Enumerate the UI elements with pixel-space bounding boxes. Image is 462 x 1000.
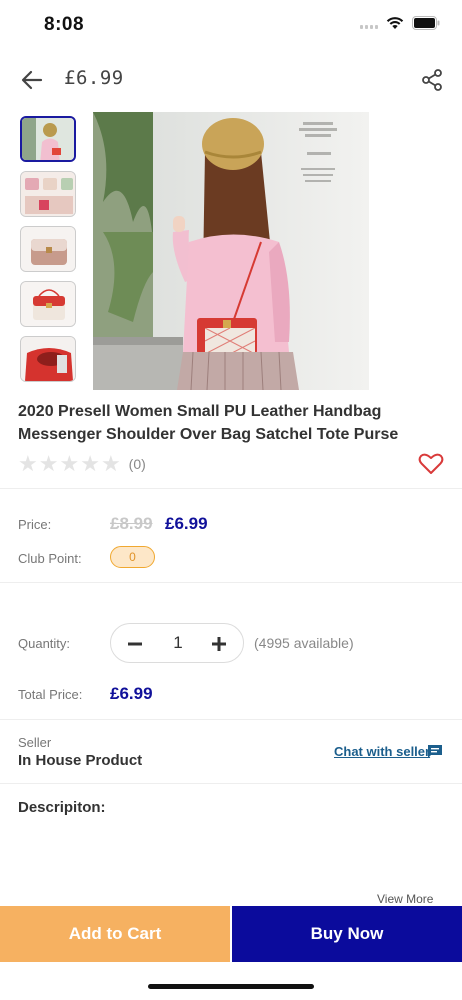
price-label: Price: bbox=[18, 517, 52, 532]
thumbnail-2[interactable] bbox=[20, 171, 76, 217]
divider bbox=[0, 783, 462, 784]
product-photo bbox=[93, 112, 369, 390]
heart-icon bbox=[418, 453, 444, 474]
status-time: 8:08 bbox=[44, 14, 85, 35]
quantity-label: Quantity: bbox=[18, 636, 71, 651]
divider bbox=[0, 488, 462, 489]
star-icon: ★ bbox=[80, 451, 100, 476]
club-point-badge: 0 bbox=[110, 546, 155, 568]
decrease-quantity-button[interactable] bbox=[123, 632, 147, 656]
divider bbox=[0, 719, 462, 720]
thumbnail-5[interactable] bbox=[20, 336, 76, 382]
club-point-label: Club Point: bbox=[18, 551, 82, 566]
increase-quantity-button[interactable] bbox=[207, 632, 231, 656]
thumbnail-image bbox=[21, 282, 75, 326]
buy-now-button[interactable]: Buy Now bbox=[232, 906, 462, 962]
thumbnail-4[interactable] bbox=[20, 281, 76, 327]
new-price: £6.99 bbox=[165, 514, 208, 533]
total-price-label: Total Price: bbox=[18, 687, 83, 702]
add-to-cart-button[interactable]: Add to Cart bbox=[0, 906, 230, 962]
thumbnail-3[interactable] bbox=[20, 226, 76, 272]
wishlist-button[interactable] bbox=[418, 452, 444, 476]
thumbnail-image bbox=[21, 337, 75, 381]
thumbnail-list bbox=[20, 116, 76, 391]
signal-icon bbox=[360, 17, 378, 29]
status-icons bbox=[360, 16, 440, 30]
quantity-stepper: 1 bbox=[110, 623, 244, 663]
rating-row: ★ ★ ★ ★ ★ (0) bbox=[18, 452, 146, 476]
description-title: Descripiton: bbox=[18, 799, 106, 816]
seller-label: Seller bbox=[18, 735, 52, 750]
thumbnail-image bbox=[21, 172, 75, 216]
plus-icon bbox=[212, 637, 226, 651]
thumbnail-1[interactable] bbox=[20, 116, 76, 162]
star-icon: ★ bbox=[18, 451, 38, 476]
star-icon: ★ bbox=[100, 451, 121, 476]
back-button[interactable] bbox=[18, 66, 46, 94]
rating-stars: ★ ★ ★ ★ ★ bbox=[18, 452, 121, 476]
seller-name: In House Product bbox=[18, 752, 143, 769]
available-stock: (4995 available) bbox=[254, 635, 354, 651]
review-count: (0) bbox=[128, 456, 146, 472]
thumbnail-image bbox=[21, 227, 75, 271]
share-icon bbox=[422, 69, 442, 91]
home-indicator[interactable] bbox=[148, 984, 314, 989]
chat-with-seller-link[interactable]: Chat with seller bbox=[334, 744, 430, 759]
bottom-action-bar: Add to Cart Buy Now bbox=[0, 906, 462, 962]
thumbnail-image bbox=[22, 118, 74, 160]
top-navigation: £6.99 bbox=[0, 56, 462, 104]
back-arrow-icon bbox=[21, 70, 43, 90]
star-icon: ★ bbox=[59, 451, 80, 476]
star-icon: ★ bbox=[38, 451, 59, 476]
page-title: £6.99 bbox=[64, 67, 124, 89]
battery-icon bbox=[412, 16, 440, 30]
divider bbox=[0, 582, 462, 583]
old-price: £8.99 bbox=[110, 514, 153, 533]
wifi-icon bbox=[386, 17, 404, 29]
product-title: 2020 Presell Women Small PU Leather Hand… bbox=[18, 403, 399, 443]
quantity-value[interactable]: 1 bbox=[166, 633, 190, 653]
share-button[interactable] bbox=[418, 66, 446, 94]
total-price-value: £6.99 bbox=[110, 684, 153, 703]
minus-icon bbox=[128, 642, 142, 646]
product-main-image[interactable] bbox=[93, 112, 369, 390]
view-more-link[interactable]: View More bbox=[377, 892, 433, 906]
chat-icon[interactable] bbox=[427, 744, 443, 759]
status-bar: 8:08 bbox=[0, 0, 462, 48]
